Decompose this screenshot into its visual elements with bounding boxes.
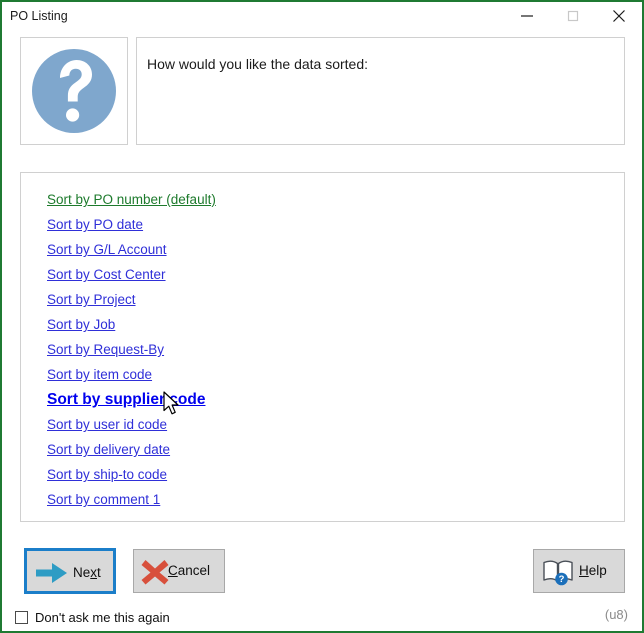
cancel-button-label: Cancel: [168, 563, 211, 578]
maximize-button[interactable]: [550, 2, 596, 30]
svg-text:?: ?: [559, 574, 565, 585]
cancel-button[interactable]: Cancel: [133, 549, 225, 593]
sort-option-user-id-code[interactable]: Sort by user id code: [47, 412, 167, 437]
sort-option-po-number[interactable]: Sort by PO number (default): [47, 187, 216, 212]
sort-option-delivery-date[interactable]: Sort by delivery date: [47, 437, 170, 462]
sort-option-job[interactable]: Sort by Job: [47, 312, 115, 337]
dialog-window: PO Listing How would you like the data s…: [0, 0, 644, 633]
next-button[interactable]: Next: [24, 548, 116, 594]
question-mark-icon: [30, 47, 118, 135]
help-book-icon: ?: [542, 558, 576, 591]
prompt-text: How would you like the data sorted:: [147, 56, 369, 72]
icon-panel: [20, 37, 128, 145]
sort-option-request-by[interactable]: Sort by Request-By: [47, 337, 164, 362]
sort-options-list: Sort by PO number (default) Sort by PO d…: [47, 187, 618, 512]
dont-ask-again-label: Don't ask me this again: [35, 609, 170, 625]
prompt-panel: How would you like the data sorted:: [136, 37, 625, 145]
help-button-label: Help: [579, 563, 607, 578]
dont-ask-again-checkbox[interactable]: [15, 610, 28, 624]
sort-option-gl-account[interactable]: Sort by G/L Account: [47, 237, 167, 262]
sort-option-ship-to-code[interactable]: Sort by ship-to code: [47, 462, 167, 487]
arrow-right-icon: [35, 561, 69, 590]
sort-option-item-code[interactable]: Sort by item code: [47, 362, 152, 387]
close-button[interactable]: [596, 2, 642, 30]
next-button-label: Next: [73, 565, 101, 580]
red-x-icon: [140, 558, 170, 591]
dont-ask-again-checkbox-row[interactable]: Don't ask me this again: [15, 607, 170, 627]
sort-option-cost-center[interactable]: Sort by Cost Center: [47, 262, 166, 287]
sort-option-project[interactable]: Sort by Project: [47, 287, 136, 312]
minimize-button[interactable]: [504, 2, 550, 30]
help-button[interactable]: ? Help: [533, 549, 625, 593]
version-code: (u8): [604, 607, 628, 622]
sort-option-supplier-code[interactable]: Sort by supplier code: [47, 387, 205, 412]
sort-options-panel: Sort by PO number (default) Sort by PO d…: [20, 172, 625, 522]
sort-option-po-date[interactable]: Sort by PO date: [47, 212, 143, 237]
window-title: PO Listing: [10, 9, 68, 23]
sort-option-comment-1[interactable]: Sort by comment 1: [47, 487, 160, 512]
title-bar: PO Listing: [2, 2, 642, 30]
